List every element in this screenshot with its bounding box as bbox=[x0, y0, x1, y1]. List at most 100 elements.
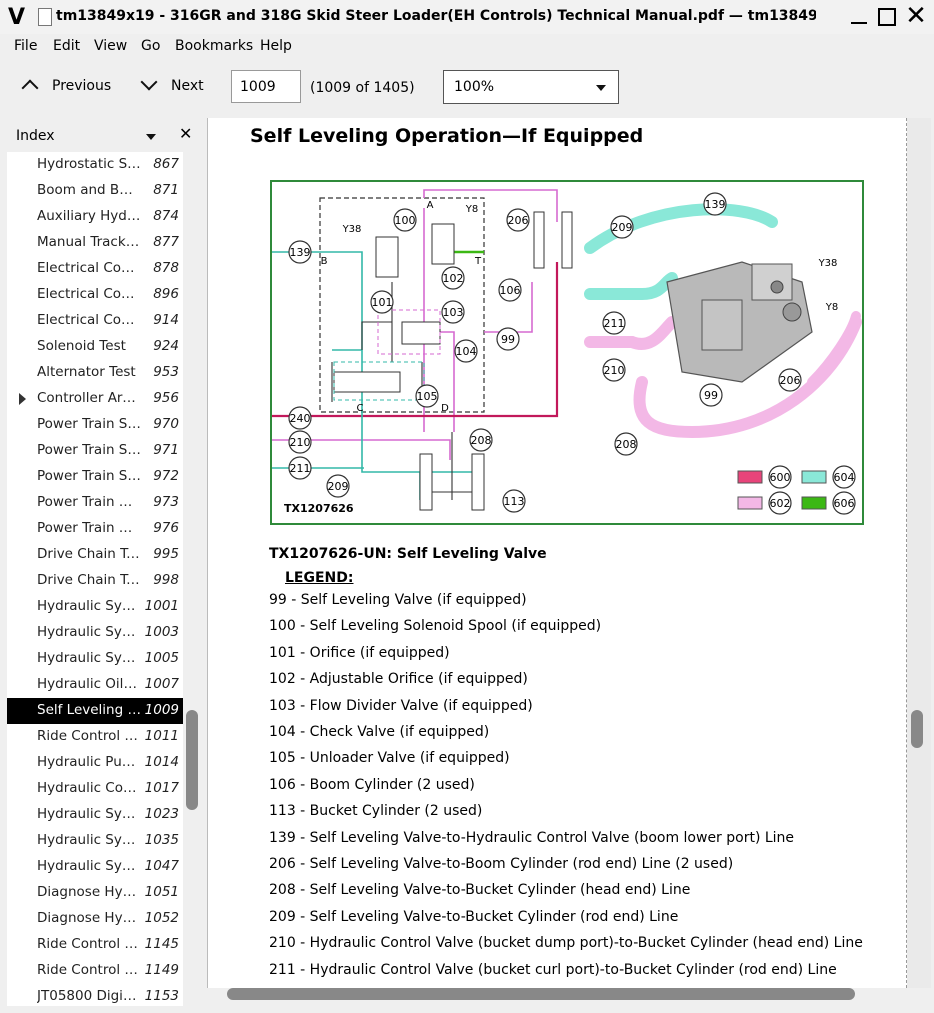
index-item-label: Hydraulic Syst... bbox=[37, 624, 141, 640]
schematic-callout: 105 bbox=[417, 390, 438, 403]
index-item-label: Hydraulic Syst... bbox=[37, 832, 141, 848]
index-item[interactable]: Power Train Sy... 972 bbox=[7, 464, 183, 490]
index-item[interactable]: Auxiliary Hydra... 874 bbox=[7, 204, 183, 230]
minimize-icon[interactable] bbox=[848, 6, 870, 28]
legend-item: 210 - Hydraulic Control Valve (bucket du… bbox=[269, 935, 863, 952]
legend-item: 206 - Self Leveling Valve-to-Boom Cylind… bbox=[269, 856, 734, 872]
index-item-label: Alternator Test bbox=[37, 364, 136, 380]
index-item-page: 973 bbox=[153, 494, 179, 510]
next-button[interactable]: Next bbox=[140, 73, 204, 94]
schematic-callout: 104 bbox=[456, 345, 477, 358]
index-item[interactable]: Power Train Sy... 970 bbox=[7, 412, 183, 438]
index-item[interactable]: Power Train Co... 973 bbox=[7, 490, 183, 516]
document-horizontal-scrollbar[interactable] bbox=[207, 988, 930, 1002]
legend-item: 139 - Self Leveling Valve-to-Hydraulic C… bbox=[269, 829, 795, 846]
figure-id: TX1207626 bbox=[284, 502, 354, 515]
document-viewer: Self Leveling Operation—If Equipped 100 … bbox=[207, 118, 931, 988]
index-item-label: Hydraulic Syst... bbox=[37, 598, 141, 614]
solenoid-label: Y8 bbox=[465, 204, 478, 215]
index-item[interactable]: Manual Trackin... 877 bbox=[7, 230, 183, 256]
index-item[interactable]: Diagnose Hydr... 1052 bbox=[7, 906, 183, 932]
index-item[interactable]: JT05800 Digit... 1153 bbox=[7, 984, 183, 1006]
index-item-page: 1145 bbox=[144, 936, 179, 952]
menu-edit[interactable]: Edit bbox=[53, 38, 80, 54]
legend-item: 101 - Orifice (if equipped) bbox=[269, 644, 450, 661]
index-item[interactable]: Controller Area... 956 bbox=[7, 386, 183, 412]
index-item-label: Manual Trackin... bbox=[37, 234, 141, 250]
sidebar-close-icon[interactable]: ✕ bbox=[179, 124, 192, 143]
close-icon[interactable]: ✕ bbox=[905, 3, 927, 29]
photo-callout: 208 bbox=[616, 438, 637, 451]
color-key-code: 600 bbox=[770, 471, 791, 484]
zoom-select[interactable]: 100% bbox=[443, 70, 619, 104]
index-item[interactable]: Hydraulic Pum... 1014 bbox=[7, 750, 183, 776]
schematic-callout: 113 bbox=[504, 495, 525, 508]
index-item[interactable]: Alternator Test 953 bbox=[7, 360, 183, 386]
index-item[interactable]: Electrical Com... 878 bbox=[7, 256, 183, 282]
index-item[interactable]: Hydraulic Oil F... 1007 bbox=[7, 672, 183, 698]
index-item[interactable]: Hydraulic Syst... 1023 bbox=[7, 802, 183, 828]
horizontal-scroll-thumb[interactable] bbox=[227, 988, 855, 1000]
document-vertical-scrollbar[interactable] bbox=[911, 710, 923, 748]
schematic-callout: 101 bbox=[372, 296, 393, 309]
index-item-label: Electrical Com... bbox=[37, 260, 141, 276]
index-item[interactable]: Hydrostatic Sy... 867 bbox=[7, 152, 183, 178]
index-item[interactable]: Power Train Sy... 971 bbox=[7, 438, 183, 464]
index-item-label: Hydraulic Oil F... bbox=[37, 676, 141, 692]
index-item-label: Power Train Co... bbox=[37, 520, 141, 536]
menu-view[interactable]: View bbox=[94, 38, 127, 54]
index-item-page: 956 bbox=[153, 390, 179, 406]
index-item[interactable]: Power Train Co... 976 bbox=[7, 516, 183, 542]
page-number-input[interactable] bbox=[231, 70, 301, 103]
index-item[interactable]: Hydraulic Syst... 1001 bbox=[7, 594, 183, 620]
index-item[interactable]: Solenoid Test 924 bbox=[7, 334, 183, 360]
menu-help[interactable]: Help bbox=[260, 38, 292, 54]
index-item-label: Electrical Com... bbox=[37, 312, 141, 328]
index-item[interactable]: Ride Control A... 1149 bbox=[7, 958, 183, 984]
index-item-page: 995 bbox=[153, 546, 179, 562]
index-item-page: 1011 bbox=[144, 728, 179, 744]
maximize-icon[interactable] bbox=[876, 6, 898, 28]
sidebar-scrollbar[interactable] bbox=[186, 710, 198, 810]
index-item[interactable]: Hydraulic Syst... 1035 bbox=[7, 828, 183, 854]
index-item[interactable]: Electrical Com... 914 bbox=[7, 308, 183, 334]
index-item-label: Controller Area... bbox=[37, 390, 141, 406]
photo-callout: 211 bbox=[604, 317, 625, 330]
index-item[interactable]: Hydraulic Syst... 1003 bbox=[7, 620, 183, 646]
index-item[interactable]: Hydraulic Syst... 1047 bbox=[7, 854, 183, 880]
index-item[interactable]: Hydraulic Syst... 1005 bbox=[7, 646, 183, 672]
index-item[interactable]: Ride Control A... 1145 bbox=[7, 932, 183, 958]
legend-item: 113 - Bucket Cylinder (2 used) bbox=[269, 803, 483, 820]
index-item[interactable]: Drive Chain Te... 995 bbox=[7, 542, 183, 568]
schematic-callout: 210 bbox=[290, 436, 311, 449]
index-item-page: 867 bbox=[153, 156, 179, 172]
index-item[interactable]: Ride Control O... 1011 bbox=[7, 724, 183, 750]
menu-bookmarks[interactable]: Bookmarks bbox=[175, 38, 253, 54]
menu-go[interactable]: Go bbox=[141, 38, 160, 54]
app-logo: V bbox=[8, 5, 26, 30]
title-bar: V tm13849x19 - 316GR and 318G Skid Steer… bbox=[0, 0, 934, 34]
previous-button[interactable]: Previous bbox=[21, 78, 111, 97]
color-key-code: 606 bbox=[834, 497, 855, 510]
solenoid-label: Y38 bbox=[342, 224, 362, 235]
index-item-label: Power Train Sy... bbox=[37, 442, 141, 458]
index-item-page: 874 bbox=[153, 208, 179, 224]
index-item[interactable]: Hydraulic Cont... 1017 bbox=[7, 776, 183, 802]
index-item[interactable]: Boom and Buc... 871 bbox=[7, 178, 183, 204]
index-item[interactable]: Electrical Com... 896 bbox=[7, 282, 183, 308]
schematic-callout: 103 bbox=[443, 306, 464, 319]
expand-arrow-icon[interactable] bbox=[19, 393, 26, 405]
photo-callout: 139 bbox=[705, 198, 726, 211]
menu-file[interactable]: File bbox=[14, 38, 37, 54]
schematic-callout: 211 bbox=[290, 462, 311, 475]
index-item[interactable]: Drive Chain Te... 998 bbox=[7, 568, 183, 594]
index-item-page: 896 bbox=[153, 286, 179, 302]
photo-callout: 209 bbox=[612, 221, 633, 234]
index-item[interactable]: Diagnose Hydr... 1051 bbox=[7, 880, 183, 906]
sidebar-mode-dropdown-icon[interactable] bbox=[146, 134, 156, 140]
index-item-label: Ride Control A... bbox=[37, 962, 141, 978]
photo-callout: 99 bbox=[704, 389, 718, 402]
index-item[interactable]: Self Leveling O... 1009 bbox=[7, 698, 183, 724]
photo-callout: 206 bbox=[780, 374, 801, 387]
index-item-label: Ride Control O... bbox=[37, 728, 141, 744]
